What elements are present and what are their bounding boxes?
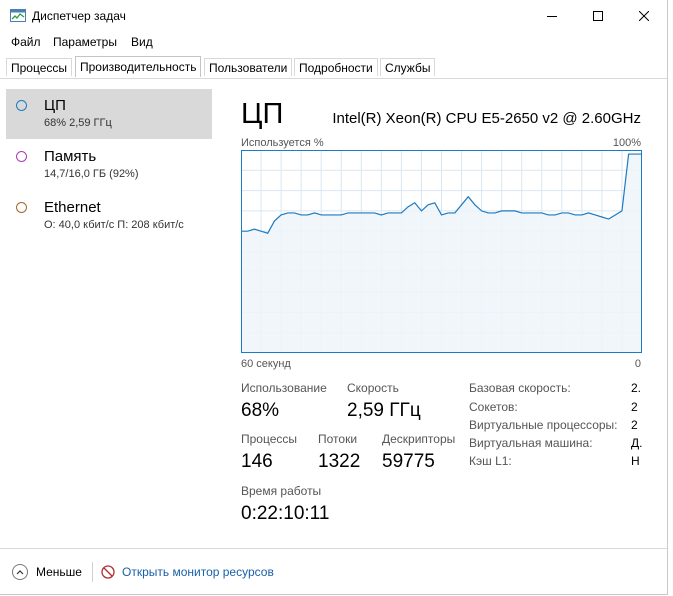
title-bar[interactable]: Диспетчер задач (0, 0, 667, 32)
graph-x-end-label: 0 (634, 358, 641, 370)
spec-value: Д. (631, 436, 643, 450)
cpu-model-name: Intel(R) Xeon(R) CPU E5-2650 v2 @ 2.60GH… (332, 110, 641, 127)
minimize-icon (547, 16, 557, 17)
maximize-button[interactable] (575, 0, 621, 32)
processes-label: Процессы (241, 432, 298, 446)
sidebar-item-title: Память (44, 148, 97, 165)
sidebar-item-subtitle: 14,7/16,0 ГБ (92%) (44, 168, 139, 180)
usage-value: 68% (241, 400, 280, 421)
handles-label: Дескрипторы (382, 432, 456, 446)
spec-value: 2 (631, 400, 638, 414)
graph-x-start-label: 60 секунд (241, 358, 291, 370)
spec-label: Кэш L1: (469, 454, 512, 468)
maximize-icon (593, 11, 603, 21)
usage-label: Использование (241, 381, 327, 395)
minimize-button[interactable] (529, 0, 575, 32)
graph-y-max-label: 100% (612, 137, 641, 149)
spec-value: Н (631, 454, 640, 468)
threads-label: Потоки (318, 432, 358, 446)
memory-indicator-icon (16, 151, 27, 162)
sidebar-item-cpu[interactable]: ЦП 68% 2,59 ГГц (6, 89, 212, 139)
menu-view[interactable]: Вид (131, 35, 153, 49)
menu-options[interactable]: Параметры (53, 35, 117, 49)
fewer-details-button[interactable]: Меньше (12, 562, 82, 582)
speed-label: Скорость (347, 381, 399, 395)
graph-y-label: Используется % (241, 137, 324, 149)
tab-strip: Процессы Производительность Пользователи… (0, 56, 667, 79)
cpu-indicator-icon (16, 100, 27, 111)
resource-monitor-icon (101, 565, 115, 579)
task-manager-window: Диспетчер задач Файл Параметры Вид Проце… (0, 0, 668, 595)
spec-value: 2. (631, 381, 642, 395)
footer-bar: Меньше Открыть монитор ресурсов (0, 548, 667, 595)
close-button[interactable] (621, 0, 667, 32)
tab-processes[interactable]: Процессы (6, 58, 73, 76)
spec-value: 2 (631, 418, 638, 432)
processes-value: 146 (241, 451, 273, 472)
sidebar-item-title: ЦП (44, 97, 66, 114)
speed-value: 2,59 ГГц (347, 400, 421, 421)
handles-value: 59775 (382, 451, 435, 472)
uptime-label: Время работы (241, 484, 322, 498)
uptime-value: 0:22:10:11 (241, 503, 330, 524)
menu-bar: Файл Параметры Вид (0, 32, 667, 54)
resource-monitor-label: Открыть монитор ресурсов (122, 565, 274, 579)
tab-services[interactable]: Службы (380, 58, 436, 76)
spec-label: Сокетов: (469, 400, 518, 414)
menu-file[interactable]: Файл (11, 35, 41, 49)
tab-details[interactable]: Подробности (294, 58, 378, 76)
task-manager-app-icon (10, 9, 26, 22)
spec-label: Базовая скорость: (469, 381, 571, 395)
tab-performance[interactable]: Производительность (75, 56, 201, 77)
sidebar-item-memory[interactable]: Память 14,7/16,0 ГБ (92%) (6, 140, 212, 190)
open-resource-monitor-link[interactable]: Открыть монитор ресурсов (101, 562, 274, 582)
page-title: ЦП (241, 98, 284, 130)
footer-divider (92, 562, 93, 582)
threads-value: 1322 (318, 451, 361, 472)
sidebar-item-title: Ethernet (44, 199, 101, 216)
sidebar-item-ethernet[interactable]: Ethernet О: 40,0 кбит/с П: 208 кбит/с (6, 191, 212, 241)
fewer-details-label: Меньше (36, 565, 82, 579)
chevron-up-icon (12, 564, 28, 580)
sidebar-item-subtitle: О: 40,0 кбит/с П: 208 кбит/с (44, 219, 184, 231)
tab-users[interactable]: Пользователи (204, 58, 293, 76)
sidebar-item-subtitle: 68% 2,59 ГГц (44, 117, 112, 129)
window-title: Диспетчер задач (32, 9, 126, 23)
spec-label: Виртуальная машина: (469, 436, 593, 450)
spec-label: Виртуальные процессоры: (469, 418, 618, 432)
ethernet-indicator-icon (16, 202, 27, 213)
close-icon (639, 11, 649, 21)
cpu-usage-graph (241, 150, 642, 353)
